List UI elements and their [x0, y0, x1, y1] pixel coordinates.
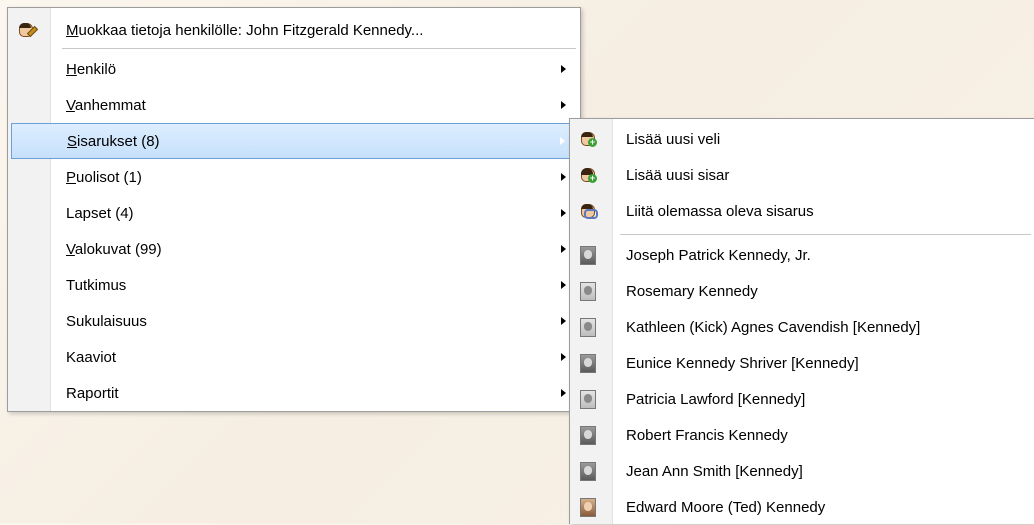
portrait-icon: [578, 389, 598, 409]
submenu-arrow-icon: [561, 281, 566, 289]
portrait-icon: [578, 353, 598, 373]
menu-item-label: Vanhemmat: [66, 96, 146, 114]
menu-item-puolisot[interactable]: Puolisot (1): [8, 159, 580, 195]
submenu-item-add-sister[interactable]: + Lisää uusi sisar: [570, 157, 1034, 193]
sibling-name: Joseph Patrick Kennedy, Jr.: [626, 246, 811, 264]
submenu-arrow-icon: [561, 101, 566, 109]
submenu-item-sibling[interactable]: Robert Francis Kennedy: [570, 417, 1034, 453]
submenu-arrow-icon: [561, 353, 566, 361]
menu-item-raportit[interactable]: Raportit: [8, 375, 580, 411]
menu-item-label: Sukulaisuus: [66, 312, 147, 330]
portrait-icon: [578, 281, 598, 301]
submenu-item-link-sibling[interactable]: Liitä olemassa oleva sisarus: [570, 193, 1034, 229]
menu-item-label: Liitä olemassa oleva sisarus: [626, 202, 814, 220]
add-brother-icon: +: [578, 130, 598, 148]
menu-item-label: Raportit: [66, 384, 119, 402]
menu-item-kaaviot[interactable]: Kaaviot: [8, 339, 580, 375]
siblings-submenu: + Lisää uusi veli + Lisää uusi sisar Lii…: [569, 118, 1034, 524]
submenu-item-sibling[interactable]: Kathleen (Kick) Agnes Cavendish [Kennedy…: [570, 309, 1034, 345]
menu-item-edit-person[interactable]: Muokkaa tietoja henkilölle: John Fitzger…: [8, 12, 580, 48]
menu-item-sisarukset[interactable]: Sisarukset (8): [11, 123, 577, 159]
submenu-arrow-icon: [561, 209, 566, 217]
menu-item-tutkimus[interactable]: Tutkimus: [8, 267, 580, 303]
menu-item-valokuvat[interactable]: Valokuvat (99): [8, 231, 580, 267]
menu-item-label: Lisää uusi sisar: [626, 166, 730, 184]
menu-item-sukulaisuus[interactable]: Sukulaisuus: [8, 303, 580, 339]
submenu-item-sibling[interactable]: Eunice Kennedy Shriver [Kennedy]: [570, 345, 1034, 381]
menu-separator: [62, 48, 576, 49]
submenu-arrow-icon: [561, 173, 566, 181]
portrait-icon: [578, 245, 598, 265]
context-menu: Muokkaa tietoja henkilölle: John Fitzger…: [7, 7, 581, 412]
sibling-name: Robert Francis Kennedy: [626, 426, 788, 444]
menu-item-label: Valokuvat (99): [66, 240, 162, 258]
submenu-arrow-icon: [561, 317, 566, 325]
submenu-arrow-icon: [561, 65, 566, 73]
menu-item-lapset[interactable]: Lapset (4): [8, 195, 580, 231]
sibling-name: Eunice Kennedy Shriver [Kennedy]: [626, 354, 859, 372]
menu-item-label: Muokkaa tietoja henkilölle: John Fitzger…: [66, 21, 424, 39]
menu-item-label: Sisarukset (8): [67, 132, 160, 150]
menu-item-label: Lisää uusi veli: [626, 130, 721, 148]
submenu-item-sibling[interactable]: Rosemary Kennedy: [570, 273, 1034, 309]
submenu-arrow-icon: [561, 245, 566, 253]
submenu-item-sibling[interactable]: Patricia Lawford [Kennedy]: [570, 381, 1034, 417]
menu-item-label: Puolisot (1): [66, 168, 142, 186]
portrait-icon: [578, 425, 598, 445]
menu-item-henkilo[interactable]: Henkilö: [8, 51, 580, 87]
menu-item-label: Tutkimus: [66, 276, 127, 294]
menu-item-label: Lapset (4): [66, 204, 134, 222]
menu-item-vanhemmat[interactable]: Vanhemmat: [8, 87, 580, 123]
submenu-item-sibling[interactable]: Edward Moore (Ted) Kennedy: [570, 489, 1034, 525]
submenu-item-add-brother[interactable]: + Lisää uusi veli: [570, 121, 1034, 157]
menu-item-label: Kaaviot: [66, 348, 117, 366]
sibling-name: Rosemary Kennedy: [626, 282, 758, 300]
portrait-icon: [578, 461, 598, 481]
edit-person-icon: [16, 21, 39, 39]
link-sibling-icon: [578, 202, 598, 220]
portrait-icon: [578, 497, 598, 517]
submenu-item-sibling[interactable]: Jean Ann Smith [Kennedy]: [570, 453, 1034, 489]
menu-separator: [620, 234, 1031, 235]
add-sister-icon: +: [578, 166, 598, 184]
sibling-name: Kathleen (Kick) Agnes Cavendish [Kennedy…: [626, 318, 921, 336]
portrait-icon: [578, 317, 598, 337]
sibling-name: Patricia Lawford [Kennedy]: [626, 390, 806, 408]
submenu-item-sibling[interactable]: Joseph Patrick Kennedy, Jr.: [570, 237, 1034, 273]
submenu-arrow-icon: [561, 389, 566, 397]
menu-item-label: Henkilö: [66, 60, 117, 78]
sibling-name: Edward Moore (Ted) Kennedy: [626, 498, 826, 516]
sibling-name: Jean Ann Smith [Kennedy]: [626, 462, 803, 480]
submenu-arrow-icon: [560, 137, 565, 145]
